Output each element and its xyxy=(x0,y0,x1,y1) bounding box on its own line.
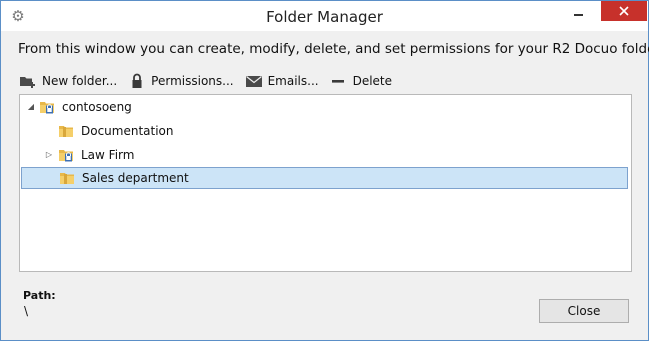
collapse-arrow-icon[interactable]: ◢ xyxy=(26,102,36,112)
locked-folder-icon xyxy=(58,147,74,163)
description-text: From this window you can create, modify,… xyxy=(18,41,649,57)
tree-node-law-firm[interactable]: ▷ Law Firm xyxy=(44,144,135,166)
path-value: \ xyxy=(24,304,29,318)
title-bar[interactable]: ⚙ Folder Manager xyxy=(1,1,648,31)
folder-manager-window: ⚙ Folder Manager From this window you ca… xyxy=(0,0,649,341)
minus-icon xyxy=(330,73,348,89)
emails-label: Emails... xyxy=(267,74,319,88)
new-folder-button[interactable]: New folder... xyxy=(19,73,117,89)
tree-node-label: contosoeng xyxy=(62,100,132,114)
client-area: From this window you can create, modify,… xyxy=(1,31,649,340)
expand-arrow-icon[interactable]: ▷ xyxy=(44,150,54,160)
tree-node-label: Sales department xyxy=(82,171,189,185)
tree-node-root[interactable]: ◢ contosoeng xyxy=(26,96,132,118)
gear-icon[interactable]: ⚙ xyxy=(9,7,27,25)
folder-icon xyxy=(59,170,75,186)
envelope-icon xyxy=(245,73,263,89)
toolbar: New folder... Permissions... Emails... D… xyxy=(19,71,403,91)
locked-folder-icon xyxy=(39,99,55,115)
window-title: Folder Manager xyxy=(266,8,383,26)
emails-button[interactable]: Emails... xyxy=(245,73,319,89)
delete-label: Delete xyxy=(352,74,393,88)
close-icon xyxy=(619,6,629,16)
permissions-label: Permissions... xyxy=(151,74,234,88)
permissions-button[interactable]: Permissions... xyxy=(128,73,234,89)
folder-tree[interactable]: ◢ contosoeng Documentation ▷ Law Firm Sa… xyxy=(19,94,632,272)
path-label: Path: xyxy=(23,289,56,302)
delete-button[interactable]: Delete xyxy=(330,73,392,89)
minimize-button[interactable] xyxy=(562,1,596,21)
folder-icon xyxy=(58,123,74,139)
tree-node-label: Documentation xyxy=(81,124,174,138)
new-folder-label: New folder... xyxy=(42,74,118,88)
tree-node-sales-department[interactable]: Sales department xyxy=(21,167,628,189)
new-folder-icon xyxy=(19,73,37,89)
close-window-button[interactable] xyxy=(601,1,647,21)
lock-icon xyxy=(128,73,146,89)
close-button[interactable]: Close xyxy=(539,299,629,323)
tree-node-label: Law Firm xyxy=(81,148,135,162)
tree-node-documentation[interactable]: Documentation xyxy=(58,120,174,142)
